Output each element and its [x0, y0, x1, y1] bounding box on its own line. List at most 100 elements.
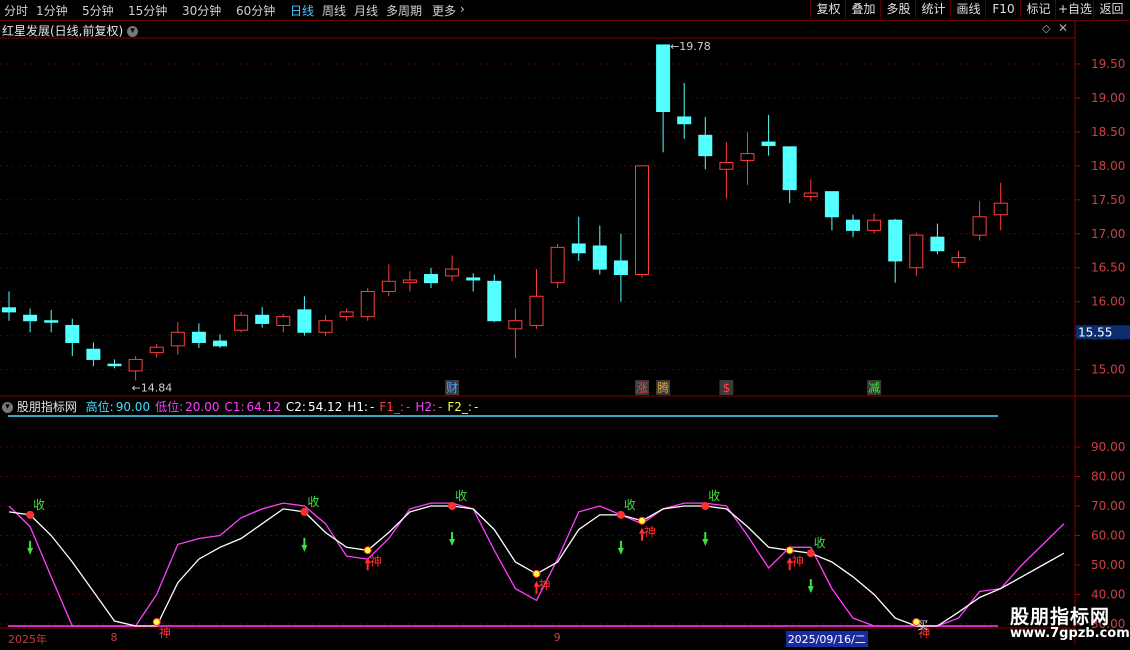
candle [677, 82, 692, 139]
candle [234, 311, 249, 333]
event-tag: 财 [446, 381, 458, 395]
candle [339, 308, 354, 321]
candle-body [466, 277, 481, 281]
candle-body [656, 44, 671, 113]
candle [2, 291, 16, 321]
signal-dot [616, 510, 625, 519]
signal-dot [701, 502, 710, 510]
candle-body [297, 309, 312, 333]
candle [360, 288, 375, 321]
candle-body [508, 320, 523, 330]
signal-label: 神 [792, 554, 804, 568]
candle [128, 356, 143, 381]
candle-body [402, 279, 417, 284]
candle [972, 201, 987, 241]
signal-dot [26, 510, 35, 519]
low-price-label: ←14.84 [132, 381, 173, 394]
candle-body [381, 280, 396, 293]
signal-label: 神 [370, 554, 382, 568]
candle-body [2, 307, 16, 313]
candle-body [213, 340, 227, 347]
candle [44, 309, 59, 333]
candle-body [234, 314, 249, 331]
candle [719, 142, 734, 199]
watermark-url: www.7gpzb.com [1010, 626, 1130, 641]
candle-body [972, 216, 987, 236]
candle [571, 216, 586, 261]
signal-label: 收 [33, 498, 45, 512]
axis-tick-label: 17.00 [1091, 227, 1125, 241]
signal-marker: 神 [532, 569, 551, 594]
signal-marker: 收 [448, 489, 467, 546]
down-arrow-icon [807, 586, 814, 594]
candle [297, 296, 312, 336]
signal-label: 收 [624, 498, 636, 512]
candle-body [993, 202, 1008, 216]
candle [508, 308, 523, 359]
axis-tick-label: 18.00 [1091, 159, 1125, 173]
candle [888, 218, 903, 283]
axis-tick-label: 17.50 [1091, 193, 1125, 207]
axis-tick-label: 40.00 [1091, 588, 1125, 602]
axis-tick-label: 80.00 [1091, 470, 1125, 484]
axis-tick-label: 18.50 [1091, 125, 1125, 139]
candle [909, 232, 924, 276]
signal-marker: 收 [701, 489, 720, 546]
candle [867, 213, 882, 234]
candle [424, 267, 438, 289]
candle-body [487, 280, 502, 322]
signal-dot [300, 507, 309, 516]
axis-tick-label: 16.50 [1091, 261, 1125, 275]
candle-body [867, 219, 882, 231]
event-tag: 减 [868, 381, 880, 395]
candle-body [170, 331, 185, 347]
watermark-text: 股朋指标网 [1010, 606, 1111, 628]
candle [529, 269, 544, 329]
signal-label: 收 [708, 489, 720, 503]
date-axis: 2025年 8 9 2025/09/16/二 [0, 630, 1075, 647]
candle-body [44, 320, 59, 323]
high-price-label: ←19.78 [670, 40, 711, 53]
candle-body [339, 311, 354, 318]
candle [65, 318, 80, 357]
candle-body [951, 257, 966, 263]
candle-body [592, 245, 607, 270]
down-arrow-icon [27, 547, 34, 555]
axis-tick-label: 19.00 [1091, 91, 1125, 105]
event-tag: $ [723, 381, 731, 395]
down-arrow-icon [617, 547, 624, 555]
signal-dot [363, 546, 372, 555]
candle [107, 359, 122, 369]
axis-tick-label: 60.00 [1091, 529, 1125, 543]
candle [402, 271, 417, 292]
candle [191, 323, 206, 348]
current-price-label: 15.55 [1078, 325, 1112, 339]
candle [255, 307, 270, 328]
candle-body [909, 234, 924, 269]
candle-body [318, 320, 333, 333]
axis-tick-label: 19.50 [1091, 57, 1125, 71]
candle-body [445, 268, 460, 277]
candle-body [255, 314, 270, 324]
candle-body [677, 116, 692, 125]
axis-tick-label: 15.00 [1091, 363, 1125, 377]
candle [803, 179, 818, 202]
stock-chart[interactable]: ←19.78←14.84财涨腾$减 15.0015.5016.0016.5017… [0, 0, 1130, 650]
candle-body [128, 358, 143, 372]
candle-body [698, 134, 713, 157]
candle [276, 313, 291, 333]
candle [930, 223, 945, 255]
candle [740, 131, 755, 185]
candle-body [529, 295, 544, 326]
signal-dot [638, 516, 646, 525]
candle-body [719, 161, 734, 170]
signal-label: 收 [307, 495, 319, 509]
event-tag: 涨 [636, 380, 648, 395]
candle-body [191, 331, 206, 343]
candle-body [23, 314, 38, 322]
candle [550, 243, 565, 289]
candle [656, 44, 671, 153]
signal-dot [152, 618, 161, 626]
candle [170, 322, 185, 355]
candle-body [149, 346, 164, 354]
